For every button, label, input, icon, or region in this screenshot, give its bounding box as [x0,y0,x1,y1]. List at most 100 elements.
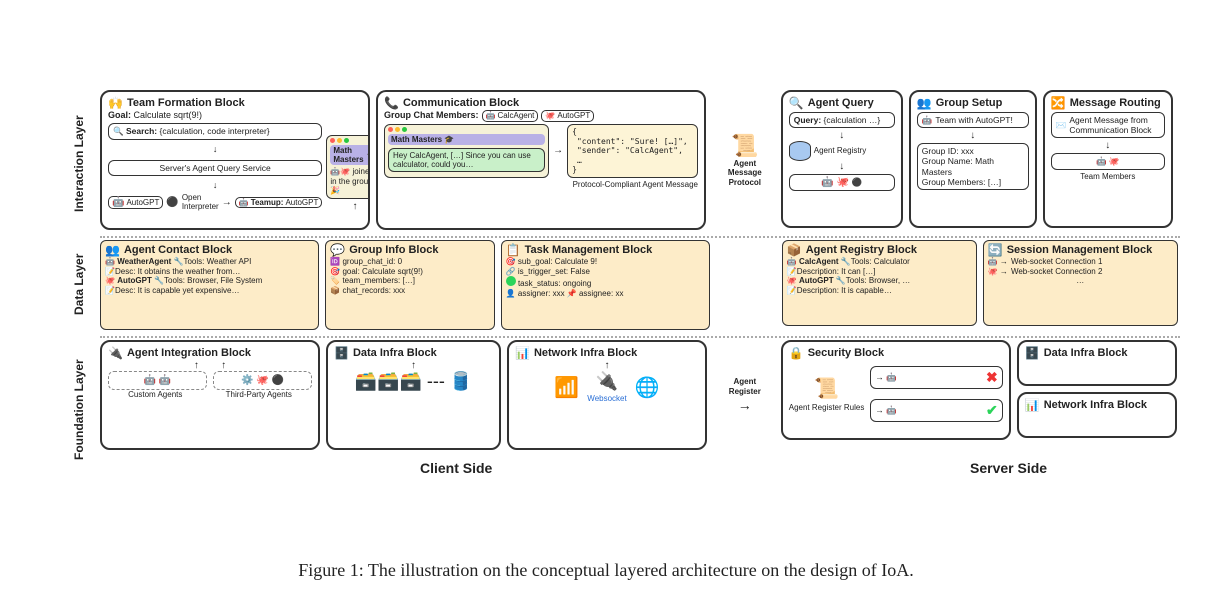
network-icon: 📊 [1025,398,1040,412]
reg-2-tools: Tools: Browser, … [846,276,910,285]
reg-2-name: AutoGPT [799,276,834,285]
box-icon: 📦 [787,243,802,257]
group-members: Group Members: […] [922,177,1024,187]
agent-message-protocol-label: Agent Message Protocol [717,159,773,188]
task-management-block: 📋Task Management Block 🎯 sub_goal: Calcu… [501,240,710,330]
session-management-block: 🔄Session Management Block 🤖 → Web-socket… [983,240,1178,326]
layer-separator [100,236,1180,238]
agent-register-label: Agent Register [717,377,773,396]
teamup-value: AutoGPT [285,198,318,207]
plug-icon: 🔌 [108,346,123,360]
figure-caption: Figure 1: The illustration on the concep… [0,560,1212,581]
task-mgmt-title: Task Management Block [525,244,653,256]
goal-value: Calculate sqrt(9!) [134,110,203,120]
rules-icon: 📜 [814,376,839,401]
reg-1-name: CalcAgent [799,257,839,266]
websocket-label: Websocket [587,394,626,404]
agent-integration-block: 🔌Agent Integration Block ↑ ↑ 🤖 🤖 ⚙️ 🐙 ⚫ … [100,340,320,450]
allow-icon: ✔ [986,402,998,419]
team-members-label: Team Members [1051,172,1165,182]
contact-1-name: WeatherAgent [117,257,171,266]
json-content-field: "content": "Sure! […]", [577,137,688,146]
agent-contact-block: 👥Agent Contact Block 🤖 WeatherAgent 🔧Too… [100,240,319,330]
team-with-label: Team with AutoGPT! [935,115,1012,125]
agent-integration-title: Agent Integration Block [127,347,251,359]
agent-registry-label: Agent Registry [814,146,866,156]
agent-registry-block: 📦Agent Registry Block 🤖 CalcAgent 🔧Tools… [782,240,977,326]
protocol-note: Protocol-Compliant Agent Message [384,180,698,190]
cylinder-icon [789,141,811,161]
message-routing-block: 🔀Message Routing ✉️Agent Message from Co… [1043,90,1173,228]
group-name: Group Name: Math Masters [922,156,1024,176]
register-rules-label: Agent Register Rules [789,403,865,413]
group-setup-block: 👥Group Setup 🤖Team with AutoGPT! ↓ Group… [909,90,1037,228]
custom-agents-label: Custom Agents [128,390,182,400]
lock-icon: 🔒 [789,346,804,360]
contacts-icon: 👥 [105,243,120,257]
member-calcagent: CalcAgent [497,111,534,121]
group-info-members: team_members: […] [342,276,414,285]
search-value: {calculation, code interpreter} [160,126,270,136]
chat-title: Math Masters 🎓 [391,135,454,144]
server-network-infra-title: Network Infra Block [1044,399,1147,411]
agent-query-title: Agent Query [808,97,874,109]
ws-conn-1: Web-socket Connection 1 [1011,257,1102,267]
message-from-label: Agent Message from Communication Block [1069,115,1159,135]
query-value: {calculation …} [824,115,881,125]
contact-2-tools: Tools: Browser, File System [164,276,262,285]
network-infra-title: Network Infra Block [534,347,637,359]
network-infra-block-client: 📊Network Infra Block ↑ 📶 🔌Websocket 🌐 [507,340,707,450]
globe-icon: 🌐 [635,375,660,400]
clipboard-icon: 📋 [506,243,521,257]
chat-bubble: Hey CalcAgent, […] Since you can use cal… [388,148,545,172]
client-side-label: Client Side [420,460,492,476]
database-icon: 🗄️ [1025,346,1040,360]
teamup-label: Teamup: [251,198,284,207]
group-id: Group ID: xxx [922,146,1024,156]
task-assigner: assigner: xxx [518,289,565,298]
agent-contact-title: Agent Contact Block [124,244,232,256]
group-info-block: 💬Group Info Block 🆔 group_chat_id: 0 🎯 g… [325,240,494,330]
goal-label: Goal: [108,110,131,120]
task-subgoal: sub_goal: Calculate 9! [518,257,597,266]
server-side-label: Server Side [970,460,1047,476]
contact-1-desc: Desc: It obtains the weather from… [115,267,240,276]
reg-1-desc: Description: It can […] [797,267,876,276]
network-icon: 📊 [515,346,530,360]
communication-block: 📞Communication Block Group Chat Members:… [376,90,706,230]
team-icon: 🙌 [108,96,123,110]
people-icon: 👥 [917,96,932,110]
layer-label-foundation: Foundation Layer [72,359,86,460]
joined-message: joined in the group 🎉 [330,167,370,195]
security-title: Security Block [808,347,884,359]
contact-1-tools: Tools: Weather API [183,257,251,266]
data-infra-title: Data Infra Block [353,347,437,359]
layer-separator [100,336,1180,338]
member-autogpt: AutoGPT [557,111,590,121]
team-formation-title: Team Formation Block [127,97,245,109]
protocol-icon: 📜 [731,133,758,159]
search-label: Search: [126,126,157,136]
autogpt-chip: AutoGPT [126,198,159,207]
agent-registry-title: Agent Registry Block [806,244,917,256]
task-assignee: assignee: xx [579,289,623,298]
server-query-label: Server's Agent Query Service [160,163,271,173]
agent-query-block: 🔍Agent Query Query: {calculation …} ↓ Ag… [781,90,903,228]
phone-icon: 📞 [384,96,399,110]
chat-icon: 💬 [330,243,345,257]
database-icon: 🗄️ [334,346,349,360]
open-interpreter-label: Open Interpreter [182,193,219,212]
server-data-infra-title: Data Infra Block [1044,347,1128,359]
members-label: Group Chat Members: [384,110,479,121]
group-info-records: chat_records: xxx [342,286,405,295]
deny-icon: ✖ [986,369,998,386]
contact-2-name: AutoGPT [117,276,152,285]
task-status: task_status: ongoing [518,279,591,288]
ws-conn-2: Web-socket Connection 2 [1011,267,1102,277]
query-label: Query: [794,115,821,125]
network-infra-block-server: 📊 Network Infra Block [1017,392,1177,438]
layer-label-interaction: Interaction Layer [72,115,86,212]
route-icon: 🔀 [1051,96,1066,110]
reg-1-tools: Tools: Calculator [851,257,910,266]
contact-2-desc: Desc: It is capable yet expensive… [115,286,240,295]
